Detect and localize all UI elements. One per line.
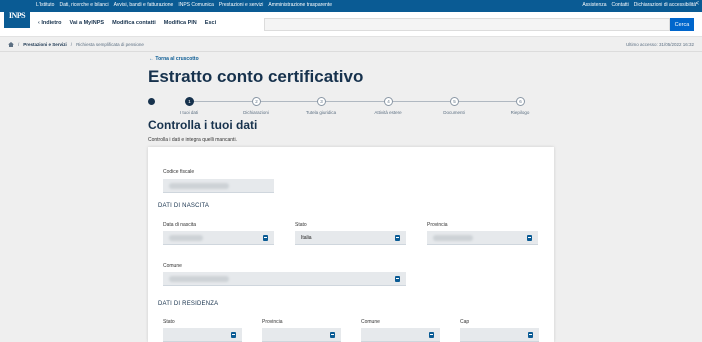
data-nascita-field[interactable] [163,231,274,245]
lock-icon [395,234,400,241]
topbar-link-istituto[interactable]: L'Istituto [36,2,54,8]
topbar-link-trasparente[interactable]: Amministrazione trasparente [268,2,332,8]
last-access: Ultimo accesso: 31/05/2022 16:32 [625,42,694,47]
back-to-dashboard-link[interactable]: ← Torna al cruscotto [149,56,199,62]
data-nascita-label: Data di nascita [163,222,197,228]
stato-label: Stato [295,222,307,228]
redacted-value [169,183,229,189]
codice-fiscale-field[interactable] [163,179,274,193]
res-stato-field[interactable] [163,328,242,342]
redacted-value [169,235,203,241]
step-6[interactable]: 6 [516,97,525,106]
nascita-section-title: DATI DI NASCITA [158,203,210,209]
myinps-link[interactable]: Vai a MyINPS [70,20,105,26]
breadcrumb: / Prestazioni e Servizi / Richiesta semp… [8,42,144,47]
logout-link[interactable]: Esci [205,20,216,26]
topbar-link-dati[interactable]: Dati, ricerche e bilanci [59,2,108,8]
step-5[interactable]: 5 [450,97,459,106]
stepper-prev-button[interactable] [148,98,155,105]
topbar-link-avvisi[interactable]: Avvisi, bandi e fatturazione [114,2,174,8]
back-link[interactable]: ‹ Indietro [38,20,62,26]
res-comune-label: Comune [361,319,380,325]
step-3-label: Tutela giuridica [305,110,337,115]
top-bar: INPS L'Istituto Dati, ricerche e bilanci… [0,0,702,28]
comune-label: Comune [163,263,182,269]
lock-icon [395,275,400,282]
res-stato-label: Stato [163,319,175,325]
inps-logo[interactable]: INPS [4,2,30,28]
redacted-value [169,276,229,282]
step-4-label: Attività estere [374,110,402,115]
section-title: Controlla i tuoi dati [148,118,258,132]
home-icon[interactable] [8,42,14,47]
section-hint: Controlla i dati e integra quelli mancan… [148,137,237,143]
step-5-label: Documenti [443,110,465,115]
topbar-link-comunica[interactable]: INPS Comunica [178,2,214,8]
lock-icon [330,331,335,338]
divider [0,51,702,52]
search-button[interactable]: Cerca [670,18,694,31]
search-input[interactable] [264,18,670,31]
residenza-section-title: DATI DI RESIDENZA [158,301,219,307]
form-card: Codice fiscale DATI DI NASCITA Data di n… [148,147,554,342]
res-cap-field[interactable] [460,328,539,342]
step-3[interactable]: 3 [317,97,326,106]
stepper-line [189,101,522,102]
topbar-link-contatti[interactable]: Contatti [612,2,629,8]
res-provincia-field[interactable] [262,328,341,342]
stato-value: Italia [301,235,312,241]
lock-icon [231,331,236,338]
topbar-link-accessibilita[interactable]: Dichiarazioni di accessibilità [634,2,696,8]
breadcrumb-item-current: Richiesta semplificata di pensione [76,42,144,47]
lock-icon [527,234,532,241]
step-1[interactable]: 1 [185,97,194,106]
res-comune-field[interactable] [361,328,440,342]
provincia-field[interactable] [427,231,538,245]
stato-field[interactable]: Italia [295,231,406,245]
provincia-label: Provincia [427,222,448,228]
lock-icon [429,331,434,338]
breadcrumb-item-prestazioni[interactable]: Prestazioni e Servizi [23,42,67,47]
redacted-value [433,235,473,241]
step-4[interactable]: 4 [384,97,393,106]
lock-icon [263,234,268,241]
topbar-link-prestazioni[interactable]: Prestazioni e servizi [219,2,263,8]
edit-pin-link[interactable]: Modifica PIN [164,20,197,26]
res-cap-label: Cap [460,319,470,325]
step-2-label: Dichiarazioni [243,110,269,115]
step-2[interactable]: 2 [252,97,261,106]
codice-fiscale-label: Codice fiscale [163,169,195,175]
step-6-label: Riepilogo [510,110,530,115]
step-1-label: I tuoi dati [179,110,199,115]
page-title: Estratto conto certificativo [148,67,364,86]
res-provincia-label: Provincia [262,319,283,325]
lock-icon [528,331,533,338]
topbar-link-assistenza[interactable]: Assistenza [582,2,606,8]
edit-contacts-link[interactable]: Modifica contatti [112,20,156,26]
comune-field[interactable] [163,272,406,286]
share-icon[interactable]: < [695,1,699,7]
